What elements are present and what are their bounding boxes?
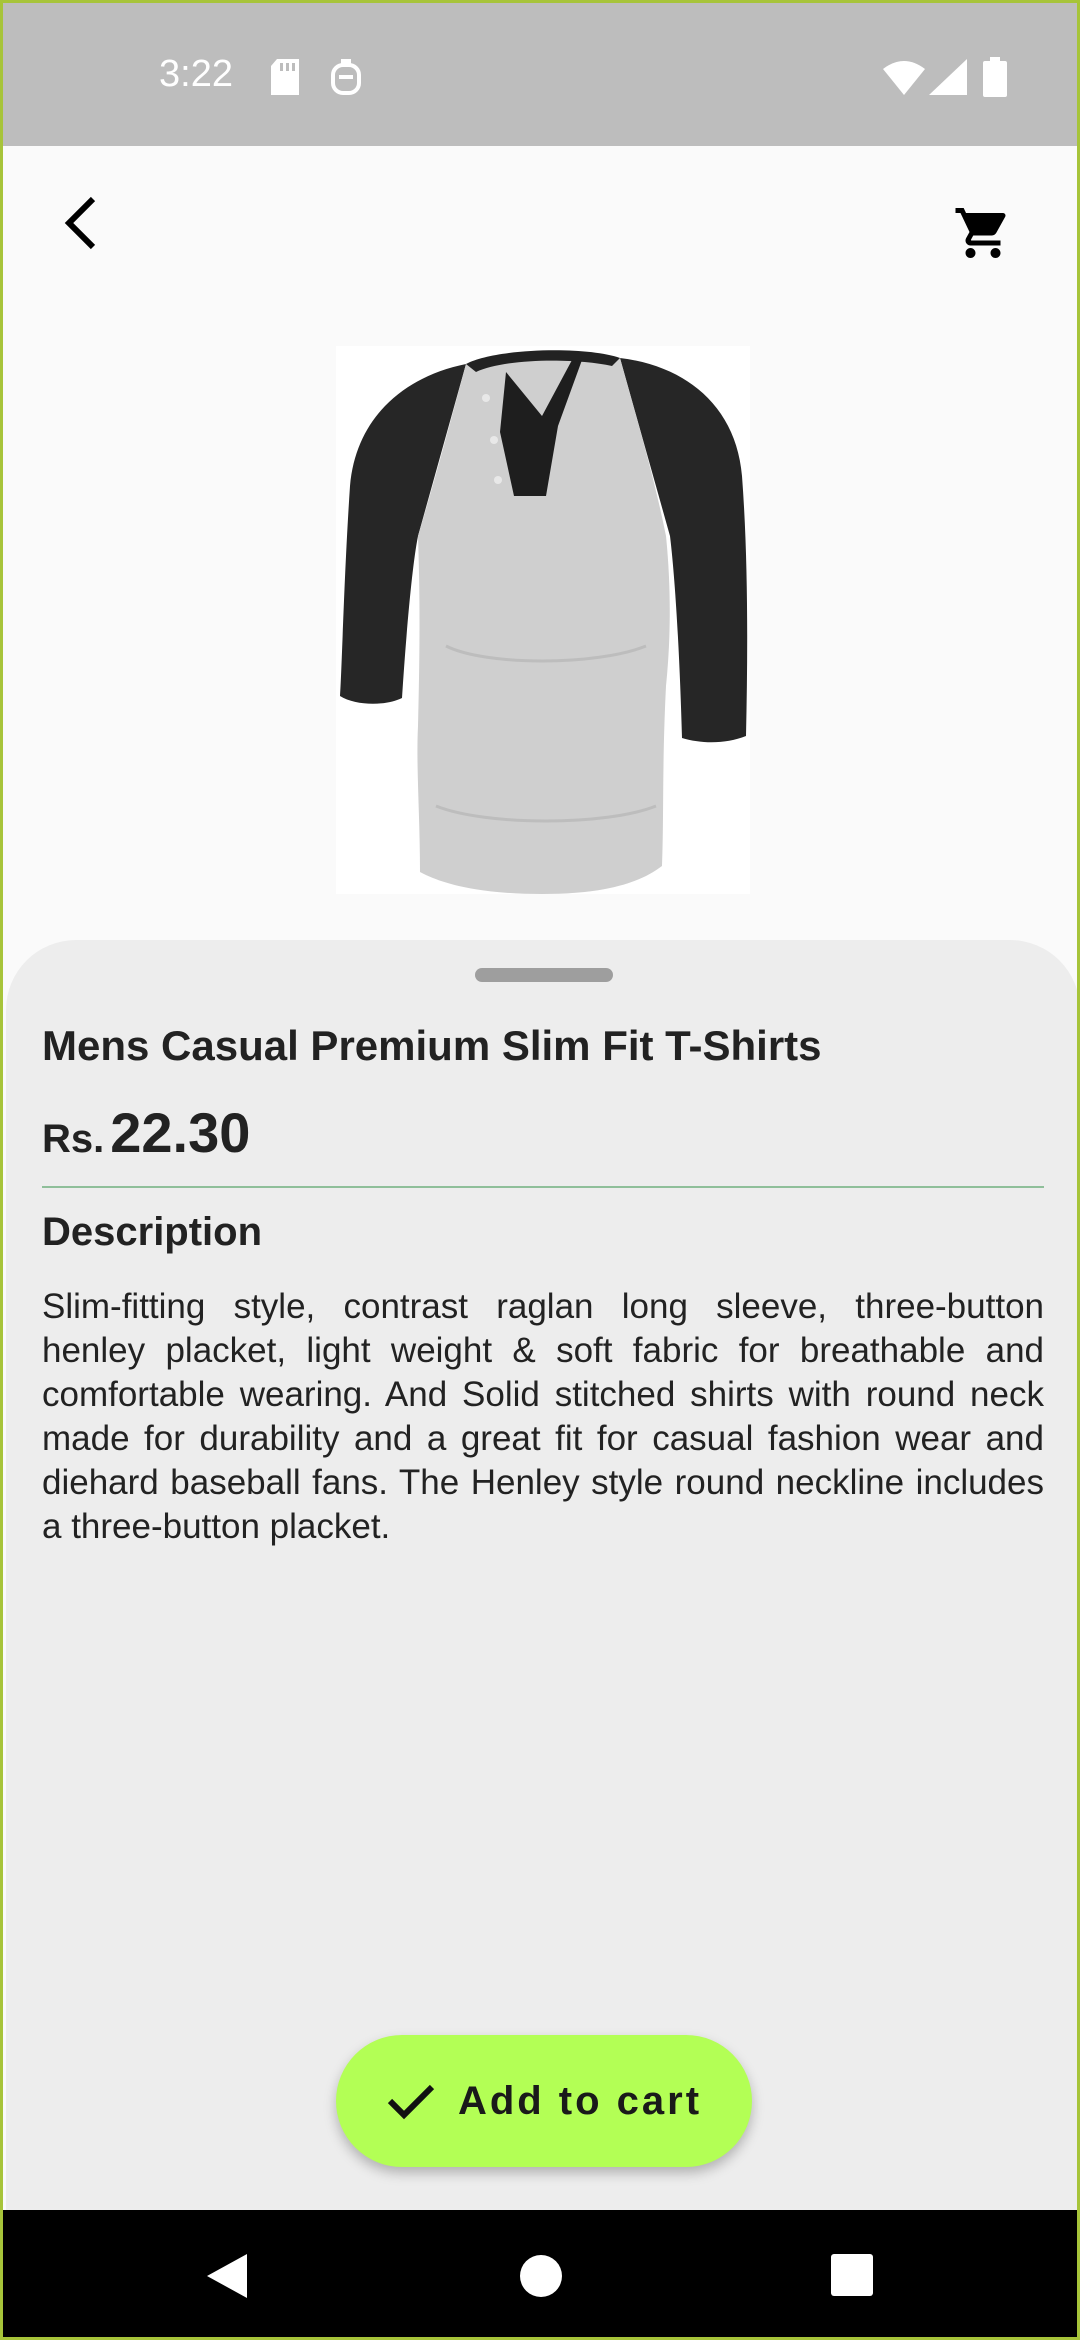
product-detail-screen: 3:22 Mens Casual Premium Slim Fit T-Shir… xyxy=(0,0,1080,2340)
status-bar: 3:22 xyxy=(3,3,1077,146)
add-to-cart-button[interactable]: Add to cart xyxy=(336,2035,752,2167)
price-currency: Rs. xyxy=(42,1117,105,1161)
nav-back-icon[interactable] xyxy=(207,2254,247,2298)
nav-home-icon[interactable] xyxy=(519,2254,563,2298)
price-row: Rs. 22.30 xyxy=(42,1100,250,1165)
product-image xyxy=(336,346,750,894)
divider xyxy=(42,1186,1044,1188)
signal-icon xyxy=(929,59,967,95)
back-arrow-icon xyxy=(64,196,96,250)
check-icon xyxy=(387,2084,435,2120)
add-to-cart-label: Add to cart xyxy=(457,2078,703,2123)
description-text: Slim-fitting style, contrast raglan long… xyxy=(42,1287,1044,1546)
raglan-henley-shirt-image xyxy=(340,350,748,894)
product-title: Mens Casual Premium Slim Fit T-Shirts xyxy=(42,1022,822,1069)
shopping-cart-icon xyxy=(955,208,1006,258)
notification-icon xyxy=(331,59,361,95)
product-details-sheet: Mens Casual Premium Slim Fit T-Shirts Rs… xyxy=(6,940,1077,2210)
system-nav-bar xyxy=(3,2210,1077,2337)
price-value: 22.30 xyxy=(110,1101,251,1164)
status-time: 3:22 xyxy=(159,53,233,95)
wifi-icon xyxy=(883,61,925,95)
description-heading: Description xyxy=(42,1210,263,1254)
back-button[interactable] xyxy=(43,183,123,263)
sheet-drag-handle[interactable] xyxy=(475,968,613,982)
nav-recents-icon[interactable] xyxy=(831,2254,873,2296)
battery-icon xyxy=(983,57,1007,97)
sd-card-icon xyxy=(271,59,299,95)
cart-button[interactable] xyxy=(943,193,1023,273)
